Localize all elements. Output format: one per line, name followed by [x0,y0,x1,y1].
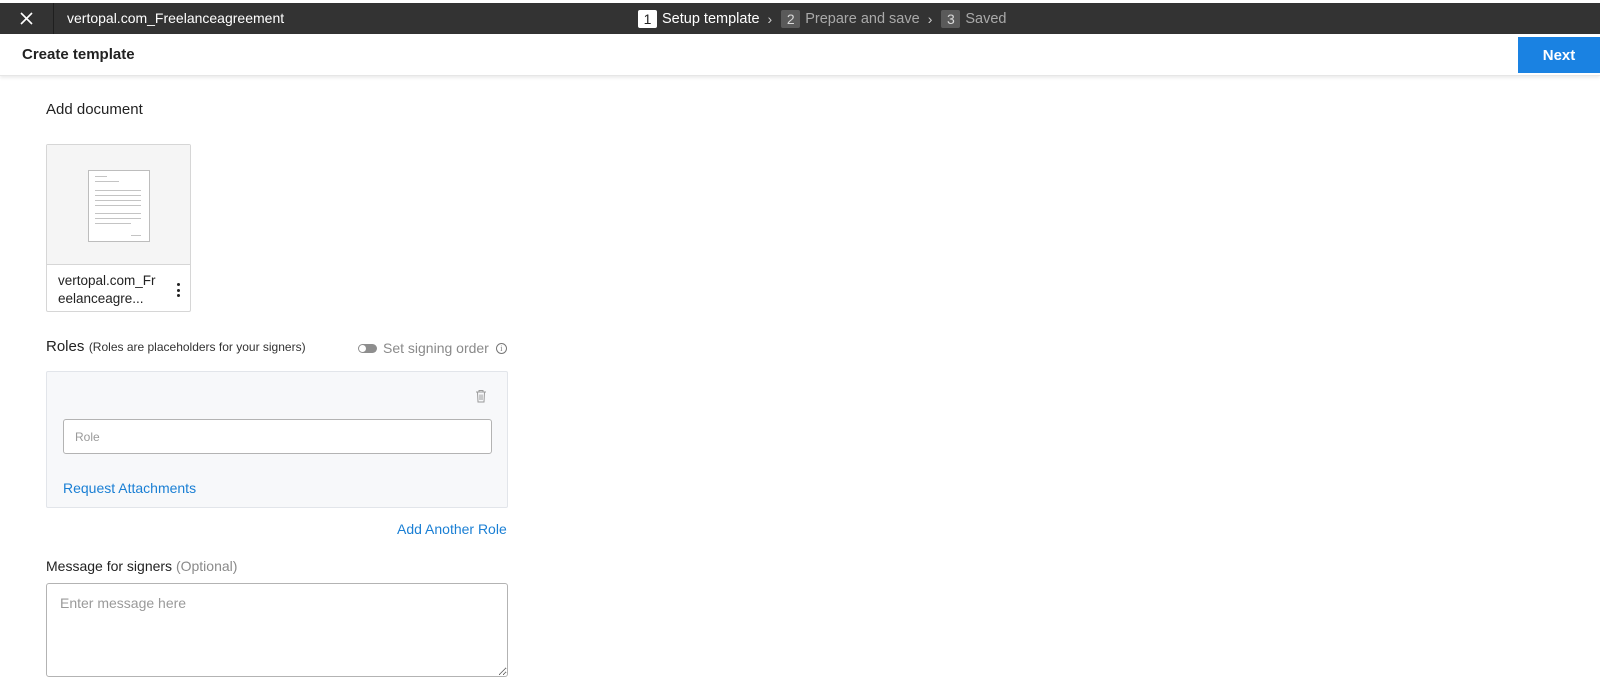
chevron-right-icon: › [927,10,933,27]
document-file-name: vertopal.com_Freelanceagre... [58,273,156,306]
signing-order-label: Set signing order [383,340,489,356]
step-number: 1 [638,9,657,28]
step-number: 2 [781,9,801,28]
roles-header: Roles (Roles are placeholders for your s… [46,338,510,360]
toggle-switch[interactable] [358,343,377,353]
message-label-text: Message for signers [46,558,173,574]
document-thumbnail [47,145,190,265]
document-card[interactable]: vertopal.com_Freelanceagre... [46,144,191,312]
document-page-icon [88,170,150,242]
chevron-right-icon: › [767,10,773,27]
page-title: Create template [22,46,135,63]
next-button[interactable]: Next [1518,37,1600,73]
roles-hint: (Roles are placeholders for your signers… [88,340,306,354]
trash-icon[interactable] [475,389,487,403]
role-card: Request Attachments [46,371,508,508]
info-icon[interactable]: i [495,342,507,354]
top-bar: vertopal.com_Freelanceagreement 1 Setup … [0,3,1600,34]
step-label: Prepare and save [805,10,920,27]
page-header: Create template Next [0,34,1600,76]
step-indicator: 1 Setup template › 2 Prepare and save › … [638,3,1006,34]
step-label: Setup template [662,10,760,27]
message-textarea[interactable] [46,583,508,677]
optional-label: (Optional) [175,558,238,574]
close-button[interactable] [0,3,54,34]
step-setup-template: 1 Setup template › [638,9,781,28]
roles-label: Roles [46,338,85,355]
step-saved: 3 Saved [941,9,1007,28]
document-title: vertopal.com_Freelanceagreement [67,10,285,26]
more-vertical-icon[interactable] [172,281,184,299]
step-number: 3 [941,9,961,28]
close-icon [20,12,33,25]
step-label: Saved [965,10,1007,27]
step-prepare-and-save: 2 Prepare and save › [781,9,941,28]
signing-order-toggle[interactable]: Set signing order i [358,340,507,356]
add-document-heading: Add document [46,101,143,118]
request-attachments-link[interactable]: Request Attachments [63,480,196,496]
role-input[interactable] [63,419,492,454]
message-label: Message for signers (Optional) [46,558,237,574]
add-another-role-link[interactable]: Add Another Role [397,521,507,537]
